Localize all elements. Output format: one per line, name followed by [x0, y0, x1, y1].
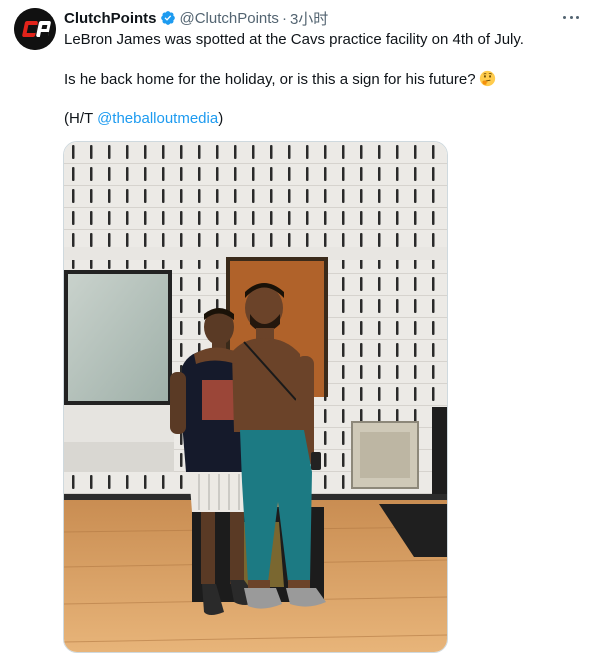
- tweet-question: Is he back home for the holiday, or is t…: [64, 71, 476, 88]
- tweet-text-line-2: Is he back home for the holiday, or is t…: [64, 70, 496, 90]
- tweet-header: ClutchPoints @ClutchPoints · 3小时: [64, 8, 328, 29]
- tweet-text-line-1: LeBron James was spotted at the Cavs pra…: [64, 31, 524, 48]
- mention-link[interactable]: @theballoutmedia: [97, 110, 218, 127]
- gym-photo: [64, 142, 447, 652]
- more-dot: [569, 15, 573, 19]
- clutchpoints-logo: [14, 8, 56, 50]
- timestamp[interactable]: 3小时: [290, 8, 328, 29]
- display-name[interactable]: ClutchPoints: [64, 10, 157, 27]
- more-dot: [563, 15, 566, 19]
- avatar[interactable]: [14, 8, 56, 50]
- separator-dot: ·: [281, 9, 287, 27]
- tweet-credit: (H/T @theballoutmedia): [64, 109, 223, 129]
- thinking-face-emoji: [479, 70, 496, 87]
- tweet-card: ClutchPoints @ClutchPoints · 3小时 LeBron …: [0, 0, 591, 660]
- more-horizontal-icon[interactable]: [560, 9, 582, 25]
- more-dot: [576, 15, 579, 19]
- tweet-photo[interactable]: [63, 141, 448, 653]
- credit-prefix: (H/T: [64, 110, 98, 127]
- handle[interactable]: @ClutchPoints: [180, 10, 279, 27]
- credit-suffix: ): [218, 110, 224, 127]
- verified-badge-icon: [160, 10, 176, 26]
